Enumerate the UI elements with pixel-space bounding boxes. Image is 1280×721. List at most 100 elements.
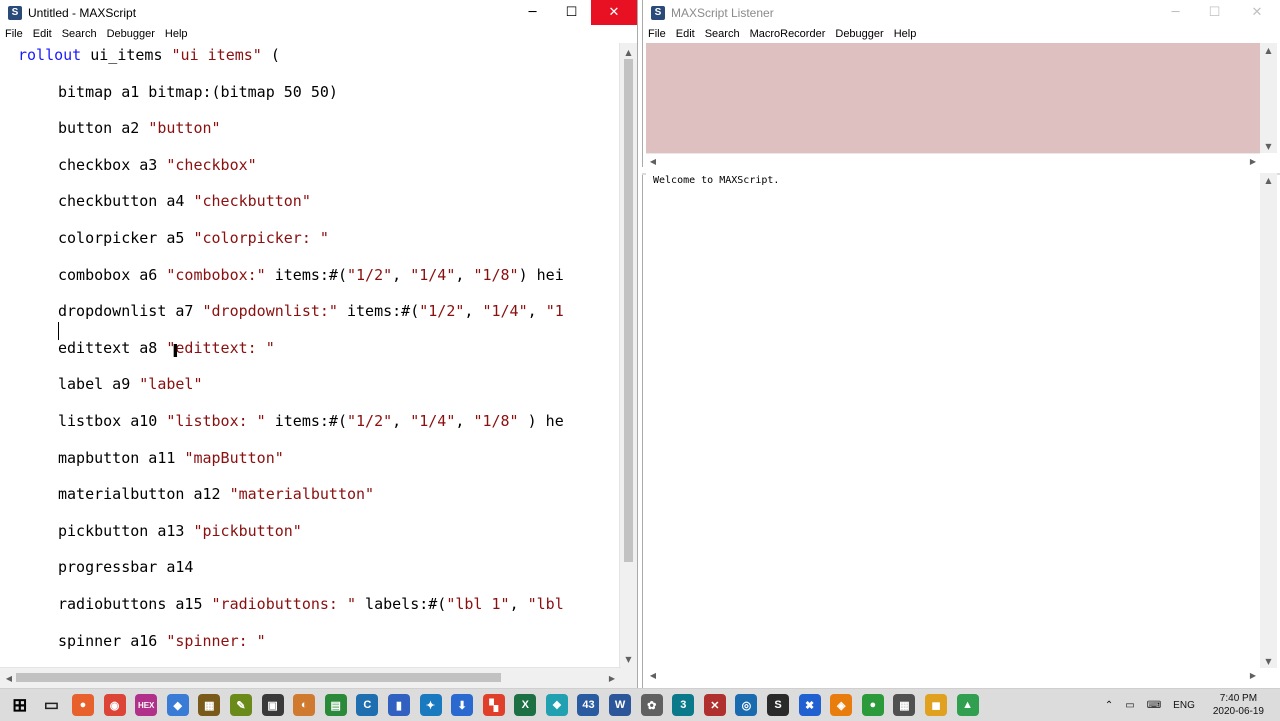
app-icon-23[interactable]: ◎ (735, 694, 758, 716)
listener-output-text: Welcome to MAXScript. (653, 175, 780, 186)
scroll-up-arrow-icon[interactable]: ▲ (1260, 43, 1277, 57)
app-icon-12[interactable]: ▮ (387, 694, 410, 716)
app-icon-13[interactable]: ✦ (419, 694, 442, 716)
scroll-left-arrow-icon[interactable]: ◀ (646, 154, 660, 168)
code-line: checkbutton a4 "checkbutton" (58, 191, 311, 211)
code-line: pickbutton a13 "pickbutton" (58, 521, 302, 541)
code-text: , (509, 595, 528, 613)
tray-keyboard-icon[interactable]: ⌨ (1147, 700, 1161, 711)
listener-menu-macrorecorder[interactable]: MacroRecorder (745, 28, 831, 40)
app-icon-14[interactable]: ⬇ (451, 694, 474, 716)
3dsmax-icon[interactable]: 3 (672, 694, 695, 716)
code-editor[interactable]: rollout ui_items "ui items" (bitmap a1 b… (0, 43, 620, 668)
app-icon-9[interactable]: ◐ (293, 694, 316, 716)
listener-menu-edit[interactable]: Edit (671, 28, 700, 40)
app-icon-7[interactable]: ✎ (229, 694, 252, 716)
app-icon-25[interactable]: ✖ (798, 694, 821, 716)
app-icon-8[interactable]: ▣ (261, 694, 284, 716)
clock[interactable]: 7:40 PM 2020-06-19 (1207, 692, 1270, 718)
close-button[interactable]: ✕ (591, 0, 637, 25)
macro-recorder-vertical-scrollbar[interactable]: ▲ ▼ (1260, 43, 1277, 153)
scroll-right-arrow-icon[interactable]: ▶ (1246, 154, 1260, 168)
language-indicator[interactable]: ENG (1173, 700, 1195, 711)
editor-titlebar[interactable]: S Untitled - MAXScript ─ ☐ ✕ (0, 0, 637, 25)
minimize-button[interactable]: ─ (513, 0, 552, 25)
code-string: "colorpicker: " (193, 229, 329, 247)
maxscript-app-icon: S (651, 5, 665, 20)
app-icon-22[interactable]: ✕ (703, 694, 726, 716)
mail-icon[interactable]: 43 (577, 694, 600, 716)
app-icon-15[interactable]: ▚ (482, 694, 505, 716)
code-string: "materialbutton" (229, 485, 375, 504)
app-icon-28[interactable]: ▦ (893, 694, 916, 716)
scroll-down-arrow-icon[interactable]: ▼ (620, 652, 637, 666)
text-caret (58, 322, 59, 340)
code-line: dropdownlist a7 "dropdownlist:" items:#(… (58, 301, 564, 321)
app-icon-11[interactable]: C (356, 694, 379, 716)
excel-icon[interactable]: X (514, 694, 537, 716)
tray-battery-icon[interactable]: ▭ (1125, 700, 1134, 711)
maximize-button[interactable]: ☐ (1195, 0, 1234, 25)
app-icon-6[interactable]: ▦ (198, 694, 221, 716)
listener-menu-search[interactable]: Search (700, 28, 745, 40)
code-line: button a2 "button" (58, 118, 221, 138)
scroll-left-arrow-icon[interactable]: ◀ (646, 668, 660, 682)
scroll-up-arrow-icon[interactable]: ▲ (1260, 173, 1277, 187)
scroll-right-arrow-icon[interactable]: ▶ (605, 668, 619, 688)
firefox-icon[interactable]: ● (71, 694, 94, 716)
app-icon-29[interactable]: ◼ (925, 694, 948, 716)
app-icon-30[interactable]: ▲ (956, 694, 979, 716)
close-button[interactable]: ✕ (1234, 0, 1280, 25)
word-icon[interactable]: W (609, 694, 632, 716)
app-icon-27[interactable]: ● (861, 694, 884, 716)
maxscript-icon[interactable]: S (767, 694, 790, 716)
editor-menu-search[interactable]: Search (57, 28, 102, 40)
code-string: "1/2" (419, 302, 465, 321)
listener-output-pane[interactable]: Welcome to MAXScript. (646, 173, 1260, 668)
code-text: progressbar a14 (58, 558, 194, 577)
editor-menu-debugger[interactable]: Debugger (102, 28, 160, 40)
vertical-scroll-thumb[interactable] (624, 59, 633, 562)
listener-menu-debugger[interactable]: Debugger (830, 28, 888, 40)
scroll-left-arrow-icon[interactable]: ◀ (2, 668, 16, 688)
app-icon-5[interactable]: ◆ (166, 694, 189, 716)
maxscript-editor-window: S Untitled - MAXScript ─ ☐ ✕ File Edit Sea… (0, 0, 638, 688)
editor-menu-help[interactable]: Help (160, 28, 193, 40)
code-string: "1 (545, 302, 564, 321)
system-tray: ⌃ ▭ ⌨ ENG 7:40 PM 2020-06-19 (1099, 689, 1280, 721)
app-icon-17[interactable]: ❖ (545, 694, 568, 716)
editor-menu-edit[interactable]: Edit (28, 28, 57, 40)
scroll-down-arrow-icon[interactable]: ▼ (1260, 654, 1277, 668)
scroll-up-arrow-icon[interactable]: ▲ (620, 45, 637, 59)
code-text: , (392, 265, 411, 284)
code-keyword: rollout (18, 46, 82, 64)
code-text: combobox a6 (58, 265, 167, 284)
tray-chevron-icon[interactable]: ⌃ (1105, 700, 1113, 711)
start-icon[interactable]: ⊞ (9, 694, 31, 716)
listener-horizontal-scrollbar[interactable]: ◀ ▶ (646, 668, 1260, 682)
listener-menu-help[interactable]: Help (889, 28, 922, 40)
app-icon-10[interactable]: ▤ (324, 694, 347, 716)
listener-menu-file[interactable]: File (643, 28, 671, 40)
minimize-button[interactable]: ─ (1156, 0, 1195, 25)
scroll-right-arrow-icon[interactable]: ▶ (1246, 668, 1260, 682)
editor-horizontal-scrollbar[interactable]: ◀ ▶ (0, 667, 621, 688)
code-line: materialbutton a12 "materialbutton" (58, 484, 374, 504)
listener-titlebar[interactable]: S MAXScript Listener ─ ☐ ✕ (643, 0, 1280, 25)
macro-recorder-horizontal-scrollbar[interactable]: ◀ ▶ (646, 153, 1260, 168)
code-string: "lbl 1" (446, 595, 510, 613)
chrome-icon[interactable]: ◉ (103, 694, 126, 716)
hex-icon[interactable]: HEX (135, 694, 158, 716)
scroll-down-arrow-icon[interactable]: ▼ (1260, 139, 1277, 153)
macro-recorder-pane[interactable] (646, 43, 1260, 153)
listener-vertical-scrollbar[interactable]: ▲ ▼ (1260, 173, 1277, 668)
horizontal-scroll-thumb[interactable] (16, 673, 501, 682)
editor-menu-file[interactable]: File (0, 28, 28, 40)
blender-icon[interactable]: ◈ (830, 694, 853, 716)
app-icon-20[interactable]: ✿ (640, 694, 663, 716)
code-text: , (455, 412, 474, 430)
maximize-button[interactable]: ☐ (552, 0, 591, 25)
editor-vertical-scrollbar[interactable]: ▲ ▼ (619, 43, 637, 668)
task-view-icon[interactable]: ▭ (40, 694, 62, 716)
code-string: "checkbox" (166, 155, 257, 174)
